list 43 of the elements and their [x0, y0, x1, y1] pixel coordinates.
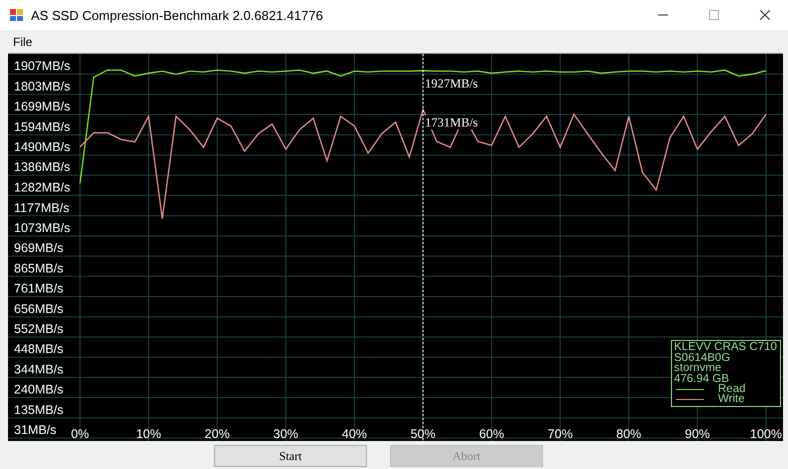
axis-label: 20%	[204, 427, 230, 441]
menu-item[interactable]: File	[6, 32, 40, 50]
axis-label: 1177MB/s	[14, 200, 70, 215]
axis-label: 344MB/s	[14, 362, 64, 376]
axis-label: 448MB/s	[14, 342, 64, 356]
window-title: AS SSD Compression-Benchmark 2.0.6821.41776	[31, 8, 323, 22]
axis-label: 552MB/s	[14, 322, 64, 336]
drive-info: 476.94 GB	[674, 374, 729, 384]
axis-label: 1490MB/s	[14, 140, 70, 154]
axis-label: 1073MB/s	[14, 220, 70, 235]
axis-label: 969MB/s	[14, 241, 64, 256]
start-button[interactable]: Start	[214, 445, 367, 467]
axis-label: 656MB/s	[14, 302, 64, 316]
axis-label: 70%	[548, 427, 573, 441]
value-label: 1927MB/s	[424, 76, 479, 91]
axis-label: 1386MB/s	[14, 160, 70, 174]
axis-label: 1907MB/s	[14, 59, 70, 74]
app-icon	[9, 7, 25, 23]
axis-label: 1282MB/s	[14, 180, 70, 194]
legend-label: Read	[718, 384, 746, 394]
axis-label: 1699MB/s	[14, 100, 70, 114]
axis-label: 865MB/s	[14, 261, 64, 276]
drive-info: S0614B0G	[674, 352, 732, 363]
legend-label: Write	[718, 394, 745, 404]
axis-label: 100%	[750, 427, 782, 441]
axis-label: 135MB/s	[14, 402, 64, 417]
axis-label: 240MB/s	[14, 382, 64, 397]
axis-label: 80%	[616, 427, 642, 441]
axis-label: 50%	[410, 427, 436, 441]
axis-label: 30%	[273, 427, 298, 441]
axis-label: 10%	[136, 427, 162, 441]
value-label: 1731MB/s	[424, 115, 479, 130]
axis-label: 1803MB/s	[14, 79, 70, 94]
axis-label: 1594MB/s	[14, 120, 70, 134]
axis-label: 0%	[70, 427, 90, 441]
axis-label: 90%	[684, 427, 710, 441]
axis-label: 761MB/s	[14, 281, 64, 296]
axis-label: 60%	[479, 427, 504, 441]
drive-info: stornvme	[674, 363, 722, 374]
close-icon[interactable]	[760, 10, 770, 20]
axis-label: 40%	[342, 427, 367, 441]
axis-label: 31MB/s	[14, 423, 56, 438]
drive-info: KLEVV CRAS C710	[674, 342, 778, 352]
